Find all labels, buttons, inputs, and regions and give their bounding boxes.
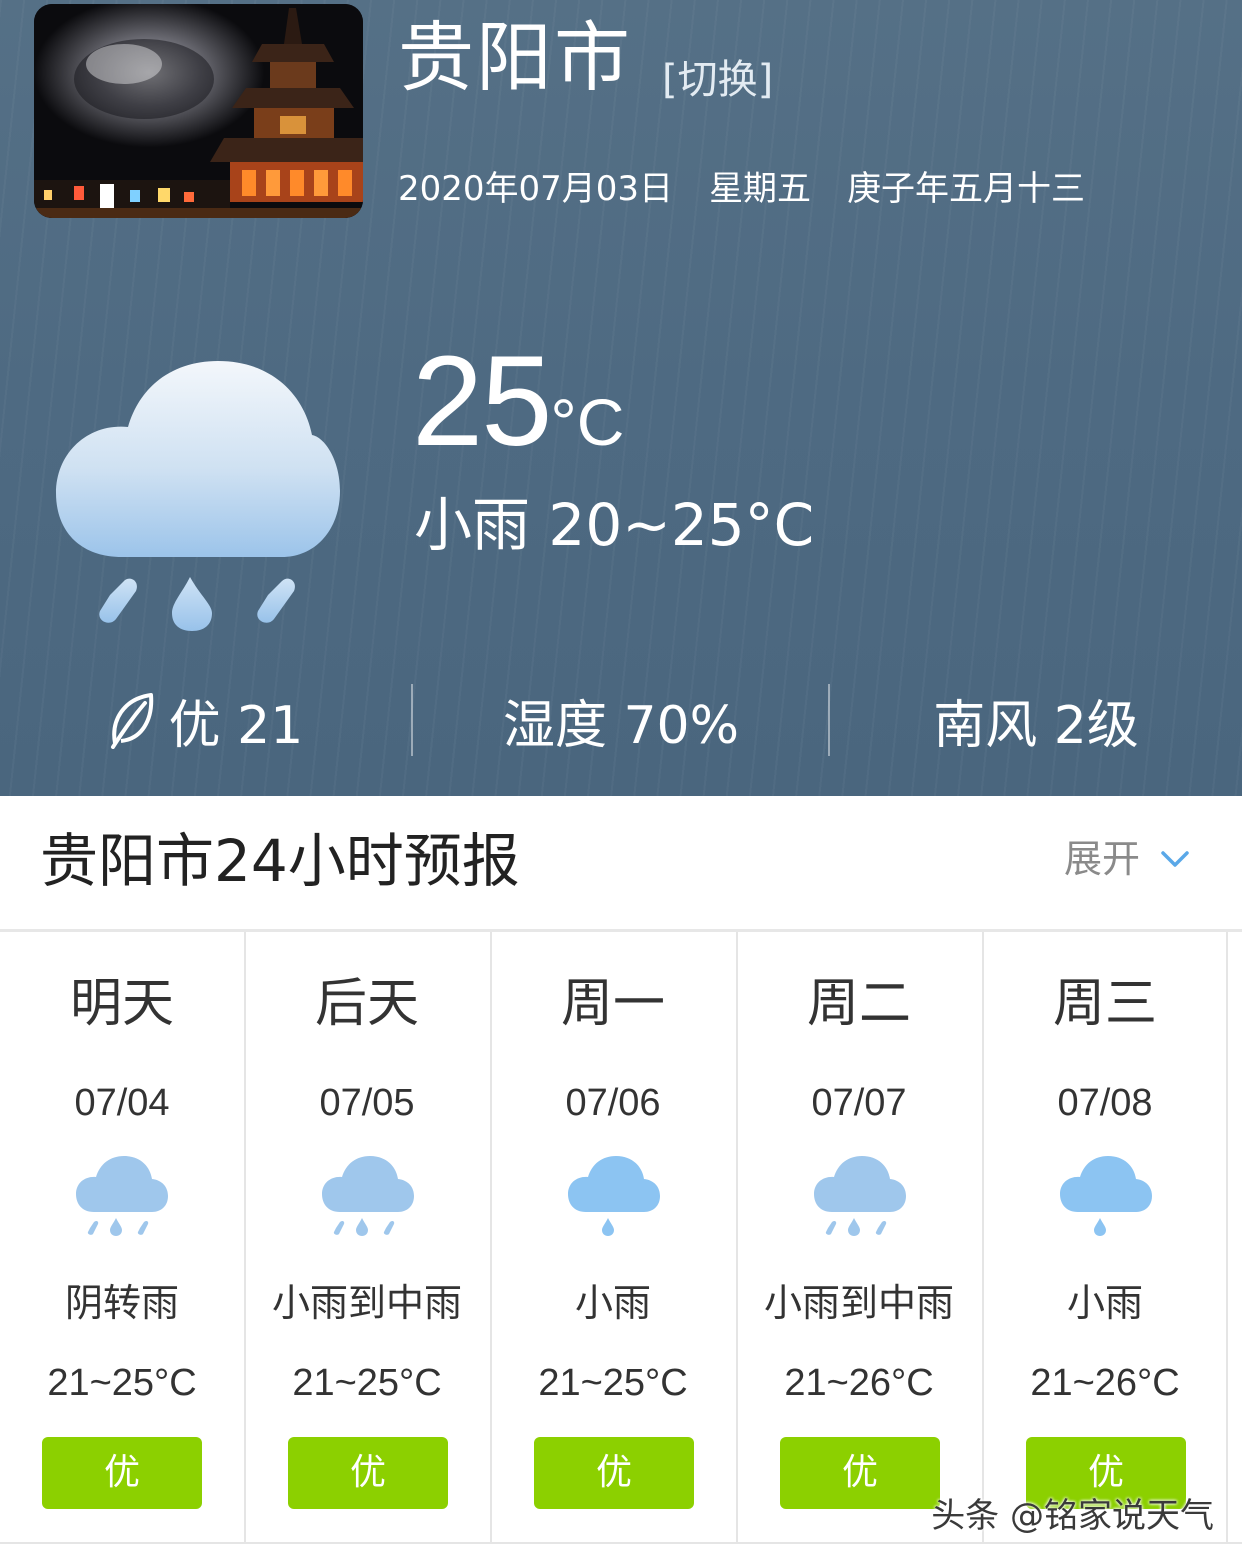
day-date: 07/05 [319,1082,415,1124]
current-weather-panel: 贵阳市 [切换] 2020年07月03日 星期五 庚子年五月十三 25°C 小雨 2… [0,0,1242,796]
forecast-day[interactable]: 周三 07/08 小雨 21~26°C 优 [982,932,1226,1544]
wind-text: 南风 2级 [933,695,1139,756]
rain-cloud-icon [814,1156,906,1236]
city-name: 贵阳市 [398,13,632,102]
grid-border [1226,932,1228,1544]
day-temperature-range: 21~25°C [538,1362,688,1404]
rain-cloud-icon [322,1156,414,1236]
day-date: 07/08 [1057,1082,1153,1124]
date-text: 2020年07月03日 [398,169,674,209]
aqi-badge: 优 [780,1437,940,1509]
current-temperature: 25°C [412,338,624,466]
leaf-icon [110,693,153,749]
lunar-date-text: 庚子年五月十三 [847,169,1086,209]
weather-description-range: 小雨 20~25°C [414,491,815,559]
stat-divider [411,684,413,756]
day-name: 后天 [314,974,419,1034]
air-quality-stat[interactable]: 优 21 [0,680,412,760]
light-rain-cloud-icon [568,1156,660,1236]
aqi-badge: 优 [288,1437,448,1509]
chevron-down-icon [1161,851,1189,867]
day-temperature-range: 21~26°C [784,1362,934,1404]
day-name: 周三 [1052,974,1157,1034]
light-rain-cloud-icon [1060,1156,1152,1236]
temperature-value: 25 [412,330,552,473]
day-temperature-range: 21~25°C [292,1362,442,1404]
forecast-title: 贵阳市24小时预报 [40,827,520,895]
grid-border [0,1542,1242,1544]
humidity-stat: 湿度 70% [414,680,828,760]
aqi-text: 优 21 [168,695,304,756]
forecast-grid: 明天 07/04 阴转雨 21~25°C 优 后天 07/05 小雨到中雨 21… [0,932,1242,1550]
day-date: 07/06 [565,1082,661,1124]
forecast-day[interactable]: 后天 07/05 小雨到中雨 21~25°C 优 [244,932,488,1544]
temperature-unit: °C [550,385,625,459]
humidity-text: 湿度 70% [502,695,740,756]
forecast-day[interactable]: 明天 07/04 阴转雨 21~25°C 优 [0,932,244,1544]
day-description: 阴转雨 [64,1281,179,1325]
forecast-header: 贵阳市24小时预报 展开 [0,796,1242,932]
day-name: 明天 [69,974,174,1034]
switch-city-link[interactable]: [切换] [662,60,773,100]
aqi-badge: 优 [534,1437,694,1509]
day-temperature-range: 21~25°C [47,1362,197,1404]
day-date: 07/07 [811,1082,907,1124]
forecast-day[interactable]: 周一 07/06 小雨 21~25°C 优 [490,932,734,1544]
day-name: 周一 [560,974,665,1034]
stats-row: 优 21 湿度 70% 南风 2级 [0,680,1242,760]
expand-button[interactable]: 展开 [1064,840,1190,878]
rain-cloud-icon [56,361,340,631]
day-description: 小雨到中雨 [763,1281,954,1325]
weekday-text: 星期五 [709,169,812,209]
watermark: 头条 @铭家说天气 [931,1496,1214,1536]
wind-stat: 南风 2级 [830,680,1242,760]
forecast-day[interactable]: 周二 07/07 小雨到中雨 21~26°C 优 [736,932,980,1544]
day-description: 小雨 [574,1281,651,1325]
date-row: 2020年07月03日 星期五 庚子年五月十三 [398,172,1121,206]
day-description: 小雨到中雨 [271,1281,462,1325]
day-date: 07/04 [74,1082,170,1124]
rain-cloud-icon [76,1156,168,1236]
aqi-badge: 优 [42,1437,202,1509]
day-name: 周二 [806,974,911,1034]
day-description: 小雨 [1066,1281,1143,1325]
expand-label: 展开 [1063,837,1140,881]
city-photo [34,4,363,218]
day-temperature-range: 21~26°C [1030,1362,1180,1404]
